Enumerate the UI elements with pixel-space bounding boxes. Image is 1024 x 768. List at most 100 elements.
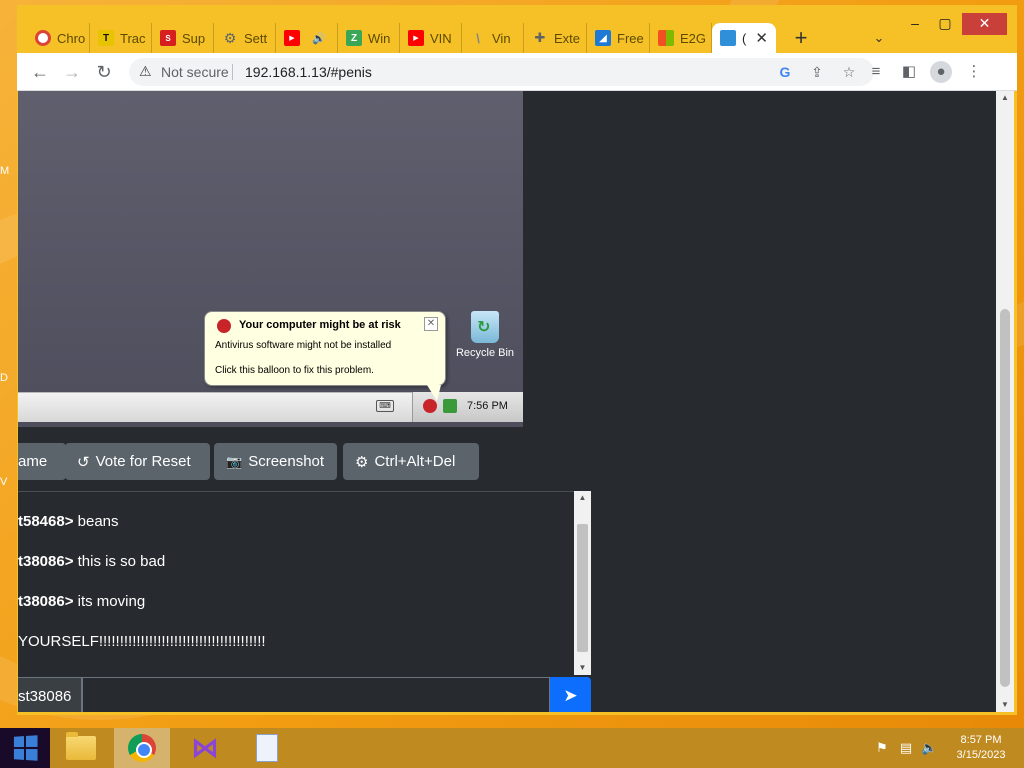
tab[interactable]: ▶ 🔊 bbox=[276, 23, 338, 53]
close-tab-icon[interactable]: ✕ bbox=[755, 29, 768, 47]
free-icon: ◢ bbox=[595, 30, 611, 46]
security-label[interactable]: Not secure bbox=[161, 64, 229, 80]
chat-text: YOURSELF!!!!!!!!!!!!!!!!!!!!!!!!!!!!!!!!… bbox=[18, 633, 266, 650]
tab[interactable]: ✚ Exte bbox=[524, 23, 587, 53]
rename-button[interactable]: ame bbox=[18, 443, 66, 480]
tab[interactable]: ▶ VIN bbox=[400, 23, 462, 53]
chat-scrollbar[interactable]: ▲ ▼ bbox=[574, 491, 591, 675]
desktop-icon-label[interactable]: D bbox=[0, 372, 12, 384]
taskbar-document[interactable] bbox=[239, 728, 295, 768]
button-label: ame bbox=[18, 453, 48, 470]
side-panel-icon[interactable]: ◧ bbox=[898, 61, 920, 83]
chat-username: t38086> bbox=[18, 553, 74, 570]
profile-avatar-icon[interactable]: ● bbox=[930, 61, 952, 83]
audio-icon[interactable]: 🔊 bbox=[312, 32, 326, 45]
tab[interactable]: Z Win bbox=[338, 23, 400, 53]
document-icon bbox=[256, 734, 278, 762]
tab-label: Trac bbox=[120, 30, 146, 46]
username-label[interactable]: st38086 bbox=[18, 677, 82, 712]
win-icon: Z bbox=[346, 30, 362, 46]
system-clock[interactable]: 8:57 PM 3/15/2023 bbox=[948, 733, 1014, 763]
flag-icon[interactable]: ⚑ bbox=[874, 740, 890, 756]
scroll-down-arrow-icon[interactable]: ▼ bbox=[574, 661, 591, 675]
tab[interactable]: ◢ Free bbox=[587, 23, 650, 53]
media-control-icon[interactable]: ≡ bbox=[865, 61, 887, 83]
network-icon[interactable]: ▤ bbox=[898, 740, 914, 756]
volume-icon[interactable]: 🔈 bbox=[921, 740, 937, 756]
tab[interactable]: S Sup bbox=[152, 23, 214, 53]
sup-icon: S bbox=[160, 30, 176, 46]
tracker-icon: T bbox=[98, 30, 114, 46]
tab-label: Sett bbox=[244, 30, 268, 46]
tab[interactable]: Chro bbox=[27, 23, 90, 53]
divider bbox=[232, 64, 233, 80]
ms-icon bbox=[658, 30, 674, 46]
vm-screen[interactable]: Recycle Bin ⌨ 7:56 PM Your computer migh… bbox=[18, 91, 523, 427]
security-shield-icon[interactable] bbox=[423, 399, 437, 413]
tab-label: Free bbox=[617, 30, 644, 46]
scroll-down-arrow-icon[interactable]: ▼ bbox=[996, 698, 1014, 712]
chat-log[interactable]: t58468> beans t38086> this is so bad t38… bbox=[18, 491, 591, 675]
menu-icon[interactable]: ⋮ bbox=[963, 61, 985, 83]
start-button[interactable] bbox=[0, 728, 50, 768]
tab-search-button[interactable]: ⌄ bbox=[865, 24, 893, 52]
close-window-button[interactable]: ✕ bbox=[962, 13, 1007, 35]
taskbar-file-explorer[interactable] bbox=[53, 728, 109, 768]
scroll-thumb[interactable] bbox=[577, 524, 588, 652]
keyboard-icon[interactable]: ⌨ bbox=[376, 400, 394, 412]
windows-taskbar: ⋈ ⚑ ▤ 🔈 8:57 PM 3/15/2023 bbox=[0, 728, 1024, 768]
scroll-up-arrow-icon[interactable]: ▲ bbox=[996, 91, 1014, 105]
page-scrollbar[interactable]: ▲ ▼ bbox=[996, 91, 1014, 712]
bookmark-star-icon[interactable]: ☆ bbox=[839, 62, 859, 82]
screenshot-button[interactable]: 📷 Screenshot bbox=[214, 443, 337, 480]
address-bar[interactable]: ⚠ Not secure 192.168.1.13/#penis G ⇪ ☆ bbox=[129, 58, 874, 86]
chrome-icon bbox=[128, 734, 156, 762]
tab-label: Exte bbox=[554, 30, 581, 46]
scroll-up-arrow-icon[interactable]: ▲ bbox=[574, 491, 591, 505]
browser-toolbar: ← → ↻ ⚠ Not secure 192.168.1.13/#penis G… bbox=[17, 53, 1017, 91]
recycle-bin-label: Recycle Bin bbox=[455, 347, 515, 359]
chat-username: t58468> bbox=[18, 513, 74, 530]
tab[interactable]: ⚙ Sett bbox=[214, 23, 276, 53]
ctrl-alt-del-button[interactable]: ⚙ Ctrl+Alt+Del bbox=[343, 443, 479, 480]
tab[interactable]: E2G bbox=[650, 23, 712, 53]
security-shield-icon bbox=[217, 319, 231, 333]
share-icon[interactable]: ⇪ bbox=[807, 62, 827, 82]
minimize-button[interactable]: – bbox=[900, 13, 930, 35]
balloon-title: Your computer might be at risk bbox=[239, 319, 401, 331]
vm-clock: 7:56 PM bbox=[467, 400, 508, 412]
vote-reset-button[interactable]: ↺ Vote for Reset bbox=[65, 443, 210, 480]
tab-strip: Chro T Trac S Sup ⚙ Sett ▶ 🔊 Z Win ▶ VIN… bbox=[17, 5, 1017, 53]
tab-label: Win bbox=[368, 30, 391, 46]
balloon-message: Antivirus software might not be installe… bbox=[215, 340, 392, 351]
tab-label: Chro bbox=[57, 30, 86, 46]
maximize-button[interactable]: ▢ bbox=[930, 13, 960, 35]
forward-icon[interactable]: → bbox=[59, 59, 85, 85]
close-icon[interactable]: ✕ bbox=[424, 317, 438, 331]
clock-date: 3/15/2023 bbox=[956, 749, 1006, 761]
scroll-thumb[interactable] bbox=[1000, 309, 1010, 687]
warning-icon[interactable]: ⚠ bbox=[139, 63, 155, 79]
taskbar-chrome[interactable] bbox=[114, 728, 170, 768]
puzzle-icon: ✚ bbox=[534, 30, 546, 45]
new-tab-button[interactable]: + bbox=[787, 24, 815, 52]
chat-message: t58468> beans bbox=[18, 513, 119, 530]
recycle-bin-desktop-icon[interactable]: Recycle Bin bbox=[450, 311, 520, 359]
chat-message: YOURSELF!!!!!!!!!!!!!!!!!!!!!!!!!!!!!!!!… bbox=[18, 633, 266, 650]
undo-icon: ↺ bbox=[77, 453, 90, 471]
button-label: Screenshot bbox=[248, 453, 325, 470]
security-balloon[interactable]: Your computer might be at risk ✕ Antivir… bbox=[204, 311, 446, 401]
reload-icon[interactable]: ↻ bbox=[91, 59, 117, 85]
network-icon[interactable] bbox=[443, 399, 457, 413]
tab-active[interactable]: ( ✕ bbox=[712, 23, 776, 53]
chat-message-input[interactable] bbox=[82, 677, 550, 712]
back-icon[interactable]: ← bbox=[27, 59, 53, 85]
tab[interactable]: T Trac bbox=[90, 23, 152, 53]
google-icon[interactable]: G bbox=[775, 62, 795, 82]
desktop-icon-label[interactable]: V bbox=[0, 476, 12, 488]
url-text[interactable]: 192.168.1.13/#penis bbox=[245, 64, 372, 80]
taskbar-visual-studio[interactable]: ⋈ bbox=[177, 728, 233, 768]
tab[interactable]: \ Vin bbox=[462, 23, 524, 53]
desktop-icon-label[interactable]: M bbox=[0, 165, 12, 177]
send-button[interactable]: ➤ bbox=[550, 677, 591, 712]
